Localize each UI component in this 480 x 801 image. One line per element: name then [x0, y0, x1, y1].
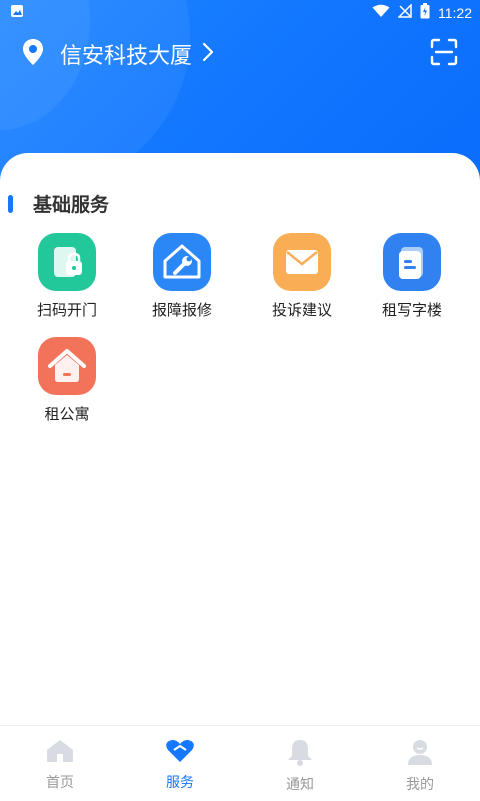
user-icon	[405, 740, 435, 770]
tab-label: 通知	[286, 777, 314, 793]
tab-service[interactable]: 服务	[120, 726, 240, 801]
no-signal-icon	[397, 3, 412, 22]
tab-notify[interactable]: 通知	[240, 726, 360, 801]
service-tile-scan-open[interactable]: 扫码开门	[17, 233, 117, 320]
tab-label: 我的	[406, 777, 434, 793]
tab-label: 服务	[166, 775, 194, 791]
section-header: 基础服务	[0, 190, 109, 217]
status-bar: 11:22	[0, 0, 480, 24]
bell-icon	[285, 740, 315, 770]
door-lock-icon	[38, 233, 96, 291]
home-icon	[45, 740, 75, 768]
house-icon	[38, 337, 96, 395]
image-icon	[10, 4, 24, 22]
heart-icon	[165, 740, 195, 768]
tab-label: 首页	[46, 775, 74, 791]
section-title: 基础服务	[33, 194, 110, 216]
location-selector[interactable]: 信安科技大厦	[22, 38, 214, 70]
document-icon	[383, 233, 441, 291]
chevron-right-icon	[202, 42, 214, 66]
tab-home[interactable]: 首页	[0, 726, 120, 801]
service-tile-complaint[interactable]: 投诉建议	[252, 233, 352, 320]
battery-charging-icon	[420, 3, 430, 23]
service-tile-repair[interactable]: 报障报修	[132, 233, 232, 320]
service-tile-office[interactable]: 租写字楼	[362, 233, 462, 320]
section-accent-bar	[8, 194, 13, 213]
service-label: 投诉建议	[271, 301, 332, 319]
service-label: 租写字楼	[381, 301, 442, 319]
location-title: 信安科技大厦	[60, 44, 193, 69]
scan-icon[interactable]	[430, 38, 458, 70]
status-time: 11:22	[438, 5, 472, 21]
tab-mine[interactable]: 我的	[360, 726, 480, 801]
service-label: 租公寓	[44, 405, 90, 423]
service-label: 报障报修	[151, 301, 212, 319]
service-tile-apartment[interactable]: 租公寓	[17, 337, 117, 424]
location-pin-icon	[22, 38, 44, 70]
mail-icon	[273, 233, 331, 291]
wifi-icon	[372, 4, 390, 22]
house-wrench-icon	[153, 233, 211, 291]
bottom-tab-bar: 首页 服务 通知 我的	[0, 725, 480, 801]
service-label: 扫码开门	[36, 301, 97, 319]
